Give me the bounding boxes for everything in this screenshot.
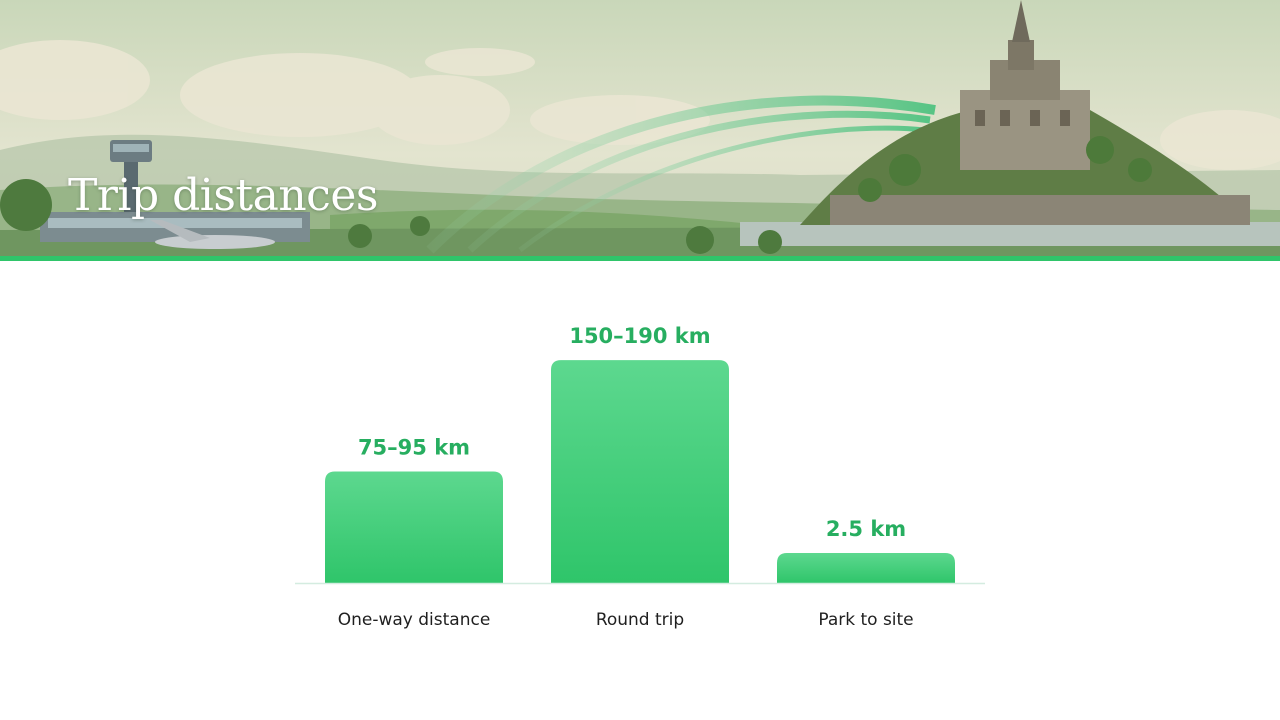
value-label-2: 2.5 km — [826, 517, 906, 541]
bar-2 — [777, 553, 955, 583]
bar-1 — [551, 360, 729, 583]
category-label-1: Round trip — [596, 610, 684, 630]
value-label-0: 75–95 km — [358, 436, 470, 460]
header-banner: Trip distances — [0, 0, 1280, 256]
page-title: Trip distances — [68, 170, 378, 221]
bar-0 — [325, 471, 503, 583]
category-label-0: One-way distance — [338, 610, 491, 630]
category-label-2: Park to site — [818, 610, 913, 630]
bar-chart: 75–95 km One-way distance 150–190 km Round … — [295, 324, 985, 630]
value-label-1: 150–190 km — [569, 324, 710, 348]
